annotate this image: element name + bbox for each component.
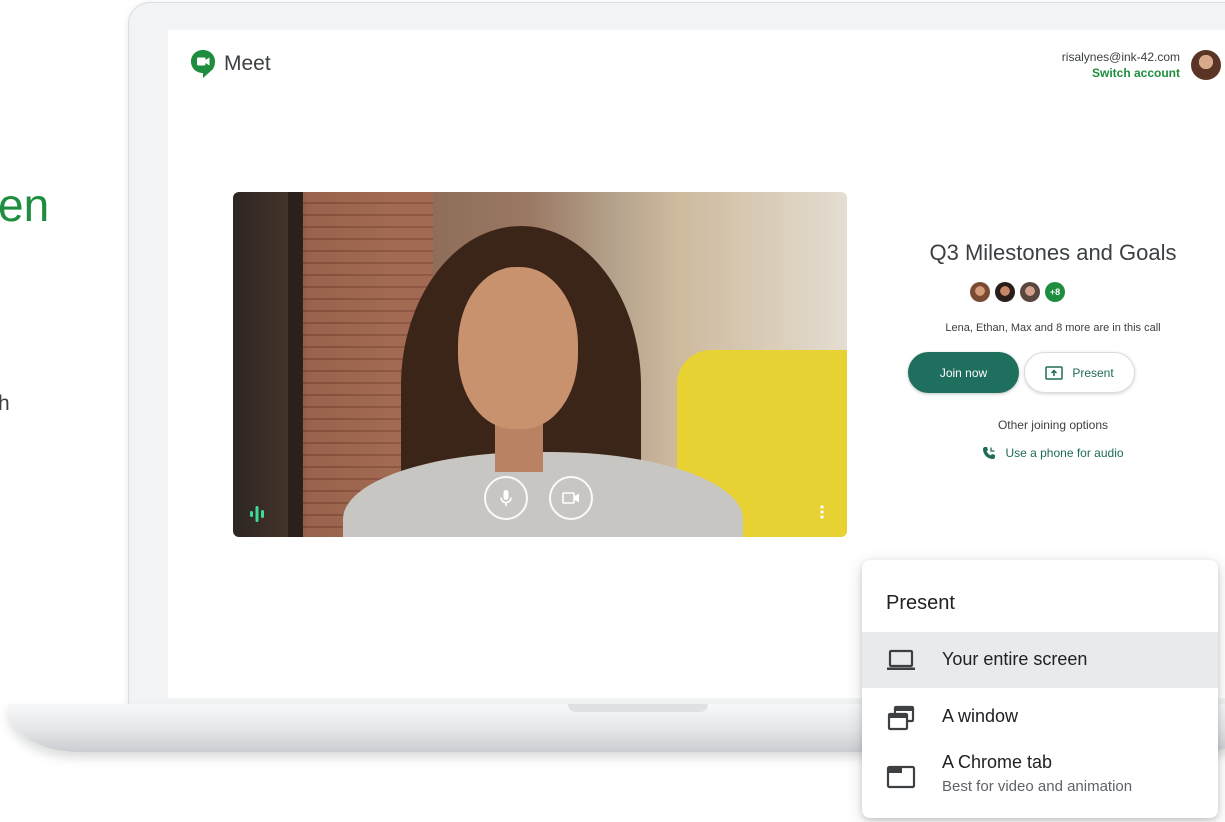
extra-participants-badge: +8 bbox=[1045, 282, 1065, 302]
tab-icon bbox=[886, 765, 916, 789]
account-email: risalynes@ink-42.com bbox=[1061, 50, 1180, 64]
present-chrome-tab-option[interactable]: A Chrome tab Best for video and animatio… bbox=[862, 746, 1218, 806]
page-body-fragment: h bbox=[0, 392, 10, 415]
laptop-icon bbox=[887, 649, 915, 670]
present-menu-title: Present bbox=[886, 592, 955, 614]
microphone-toggle-button[interactable] bbox=[484, 476, 528, 520]
present-entire-screen-option[interactable]: Your entire screen bbox=[862, 632, 1218, 688]
person-face bbox=[458, 267, 578, 429]
meet-logo-icon bbox=[191, 50, 215, 78]
present-option-label: A window bbox=[942, 706, 1019, 726]
participant-avatar bbox=[995, 282, 1015, 302]
window-icon bbox=[887, 705, 915, 731]
meeting-title: Q3 Milestones and Goals bbox=[929, 240, 1177, 265]
phone-audio-label: Use a phone for audio bbox=[1005, 446, 1124, 460]
present-option-sublabel: Best for video and animation bbox=[942, 778, 1133, 795]
switch-account-link[interactable]: Switch account bbox=[1062, 65, 1180, 81]
present-icon bbox=[1045, 365, 1064, 380]
participant-avatar bbox=[970, 282, 990, 302]
present-window-option[interactable]: A window bbox=[862, 689, 1218, 745]
camera-toggle-button[interactable] bbox=[549, 476, 593, 520]
app-name: Meet bbox=[224, 52, 271, 75]
more-options-icon[interactable] bbox=[819, 504, 825, 520]
page-heading-fragment: en bbox=[0, 179, 50, 231]
account-info: risalynes@ink-42.com Switch account bbox=[1062, 49, 1180, 81]
present-menu: Present Your entire screen A window A Ch… bbox=[862, 560, 1218, 818]
present-button[interactable]: Present bbox=[1024, 352, 1135, 393]
present-option-label: A Chrome tab bbox=[942, 752, 1053, 772]
phone-audio-link[interactable]: Use a phone for audio bbox=[883, 446, 1223, 460]
microphone-icon bbox=[500, 490, 512, 506]
participant-avatar bbox=[1020, 282, 1040, 302]
join-now-button[interactable]: Join now bbox=[908, 352, 1019, 393]
laptop-notch bbox=[568, 704, 708, 712]
present-option-label: Your entire screen bbox=[942, 649, 1088, 669]
audio-level-icon bbox=[250, 506, 264, 522]
participant-avatars: +8 bbox=[970, 282, 1065, 302]
camera-icon bbox=[562, 492, 579, 504]
participants-text: Lena, Ethan, Max and 8 more are in this … bbox=[945, 322, 1161, 334]
video-preview bbox=[233, 192, 847, 537]
present-button-label: Present bbox=[1072, 365, 1114, 380]
other-joining-options: Other joining options bbox=[997, 418, 1109, 432]
account-avatar[interactable] bbox=[1191, 50, 1221, 80]
phone-icon bbox=[983, 447, 996, 459]
